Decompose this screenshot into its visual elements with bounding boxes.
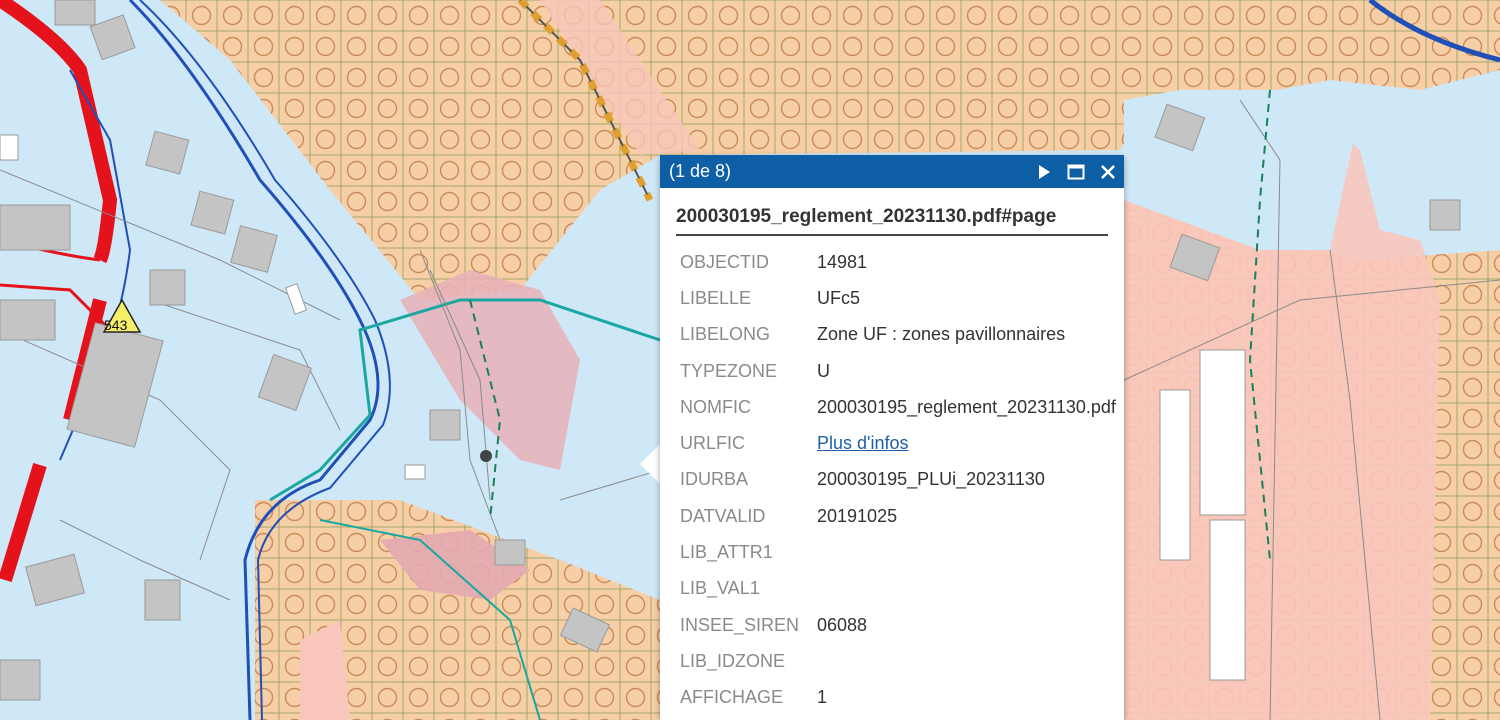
attribute-table: OBJECTID 14981 LIBELLE UFc5 LIBELONG Zone UF … xyxy=(660,244,1116,716)
attribute-value xyxy=(817,643,1116,679)
attribute-value: 200030195_PLUi_20231130 xyxy=(817,469,1045,490)
close-icon xyxy=(1101,164,1115,179)
attribute-value: 20191025 xyxy=(817,505,898,526)
attribute-row: LIBELONG Zone UF : zones pavillonnaires xyxy=(660,317,1116,353)
attribute-key: LIB_ATTR1 xyxy=(680,542,773,563)
attribute-key: LIB_VAL1 xyxy=(680,578,760,599)
attribute-row: IDURBA 200030195_PLUi_20231130 xyxy=(660,462,1116,498)
point-marker[interactable] xyxy=(480,450,492,462)
marker-label: 543 xyxy=(104,317,128,333)
attribute-row: LIB_VAL1 xyxy=(660,571,1116,607)
attribute-key: AFFICHAGE xyxy=(680,687,784,708)
attribute-value xyxy=(817,534,1116,570)
attribute-row: LIB_ATTR1 xyxy=(660,534,1116,570)
attribute-key: LIB_IDZONE xyxy=(680,650,786,671)
popup-title: 200030195_reglement_20231130.pdf#page xyxy=(676,188,1108,236)
attribute-row: TYPEZONE U xyxy=(660,353,1116,389)
attribute-value: Zone UF : zones pavillonnaires xyxy=(817,324,1066,345)
attribute-row: OBJECTID 14981 xyxy=(660,244,1116,280)
attribute-key: DATVALID xyxy=(680,505,766,526)
popup-pointer xyxy=(640,444,660,484)
attribute-value: 06088 xyxy=(817,614,868,635)
attribute-row: DATVALID 20191025 xyxy=(660,498,1116,534)
attribute-value: Plus d'infos xyxy=(817,425,1116,461)
attribute-value: U xyxy=(817,360,830,381)
attribute-value: UFc5 xyxy=(817,287,861,308)
attribute-key: LIBELONG xyxy=(680,324,771,345)
play-icon xyxy=(1039,164,1050,179)
attribute-row: NOMFIC 200030195_reglement_20231130.pdf xyxy=(660,389,1116,425)
attribute-row: INSEE_SIREN 06088 xyxy=(660,607,1116,643)
popup-counter: (1 de 8) xyxy=(669,161,732,181)
maximize-icon xyxy=(1067,164,1085,179)
attribute-row: URLFIC Plus d'infos xyxy=(660,425,1116,461)
attribute-key: INSEE_SIREN xyxy=(680,614,800,635)
more-info-link[interactable]: Plus d'infos xyxy=(817,433,909,453)
attribute-key: IDURBA xyxy=(680,469,749,490)
maximize-button[interactable] xyxy=(1060,155,1092,188)
attribute-key: NOMFIC xyxy=(680,396,751,417)
feature-popup: (1 de 8) 200030195_reglement_20231130.pd… xyxy=(660,155,1124,720)
attribute-key: LIBELLE xyxy=(680,287,752,308)
attribute-key: URLFIC xyxy=(680,433,746,454)
popup-header: (1 de 8) xyxy=(660,155,1124,188)
attribute-value: 14981 xyxy=(817,251,868,272)
next-feature-button[interactable] xyxy=(1028,155,1060,188)
attribute-value: 1 xyxy=(817,687,828,708)
attribute-row: LIB_IDZONE xyxy=(660,643,1116,679)
attribute-row: AFFICHAGE 1 xyxy=(660,680,1116,716)
attribute-value xyxy=(817,571,1116,607)
close-button[interactable] xyxy=(1092,155,1124,188)
attribute-row: LIBELLE UFc5 xyxy=(660,280,1116,316)
attribute-value: 200030195_reglement_20231130.pdf xyxy=(817,396,1116,417)
attribute-key: OBJECTID xyxy=(680,251,770,272)
attribute-key: TYPEZONE xyxy=(680,360,778,381)
